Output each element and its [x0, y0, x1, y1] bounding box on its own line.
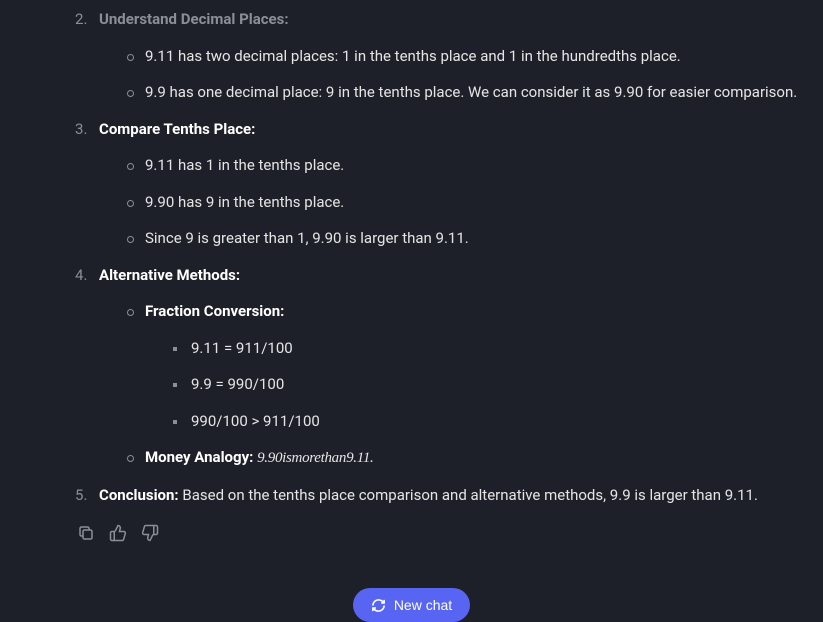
thumbs-down-icon[interactable] — [141, 524, 159, 542]
step-title: Conclusion: — [99, 486, 179, 504]
message-actions — [75, 524, 803, 542]
step-title: Understand Decimal Places: — [99, 10, 289, 28]
list-item: 9.11 has 1 in the tenths place. — [127, 154, 803, 177]
new-chat-button[interactable]: New chat — [353, 588, 470, 622]
new-chat-container: New chat — [0, 588, 823, 622]
refresh-icon — [371, 598, 386, 613]
money-title: Money Analogy: — [145, 448, 253, 466]
nested-list: 9.11 = 911/100 9.9 = 990/100 990/100 > 9… — [145, 337, 803, 433]
list-item: Since 9 is greater than 1, 9.90 is large… — [127, 227, 803, 250]
math-expression: 9.90ismorethan9.11. — [257, 450, 373, 466]
new-chat-label: New chat — [394, 597, 452, 613]
message-content: Understand Decimal Places: 9.11 has two … — [0, 8, 823, 542]
list-item: Fraction Conversion: 9.11 = 911/100 9.9 … — [127, 300, 803, 432]
list-item: 9.9 = 990/100 — [173, 373, 803, 396]
step-3: Compare Tenths Place: 9.11 has 1 in the … — [75, 118, 803, 250]
list-item: 990/100 > 911/100 — [173, 410, 803, 433]
list-item: 9.9 has one decimal place: 9 in the tent… — [127, 81, 803, 104]
step-title: Alternative Methods: — [99, 266, 240, 284]
sub-list: Fraction Conversion: 9.11 = 911/100 9.9 … — [99, 300, 803, 470]
conclusion-text: Based on the tenths place comparison and… — [182, 486, 758, 504]
fraction-title: Fraction Conversion: — [145, 302, 284, 320]
money-math-text: 9.90ismorethan9.11. — [257, 448, 373, 466]
list-item: Money Analogy: 9.90ismorethan9.11. — [127, 446, 803, 470]
step-4: Alternative Methods: Fraction Conversion… — [75, 264, 803, 470]
sub-list: 9.11 has 1 in the tenths place. 9.90 has… — [99, 154, 803, 250]
ordered-list: Understand Decimal Places: 9.11 has two … — [75, 8, 803, 506]
step-title: Compare Tenths Place: — [99, 120, 255, 138]
list-item: 9.90 has 9 in the tenths place. — [127, 191, 803, 214]
copy-icon[interactable] — [77, 524, 95, 542]
step-5: Conclusion: Based on the tenths place co… — [75, 484, 803, 507]
sub-list: 9.11 has two decimal places: 1 in the te… — [99, 45, 803, 104]
step-2: Understand Decimal Places: 9.11 has two … — [75, 8, 803, 104]
list-item: 9.11 = 911/100 — [173, 337, 803, 360]
thumbs-up-icon[interactable] — [109, 524, 127, 542]
list-item: 9.11 has two decimal places: 1 in the te… — [127, 45, 803, 68]
